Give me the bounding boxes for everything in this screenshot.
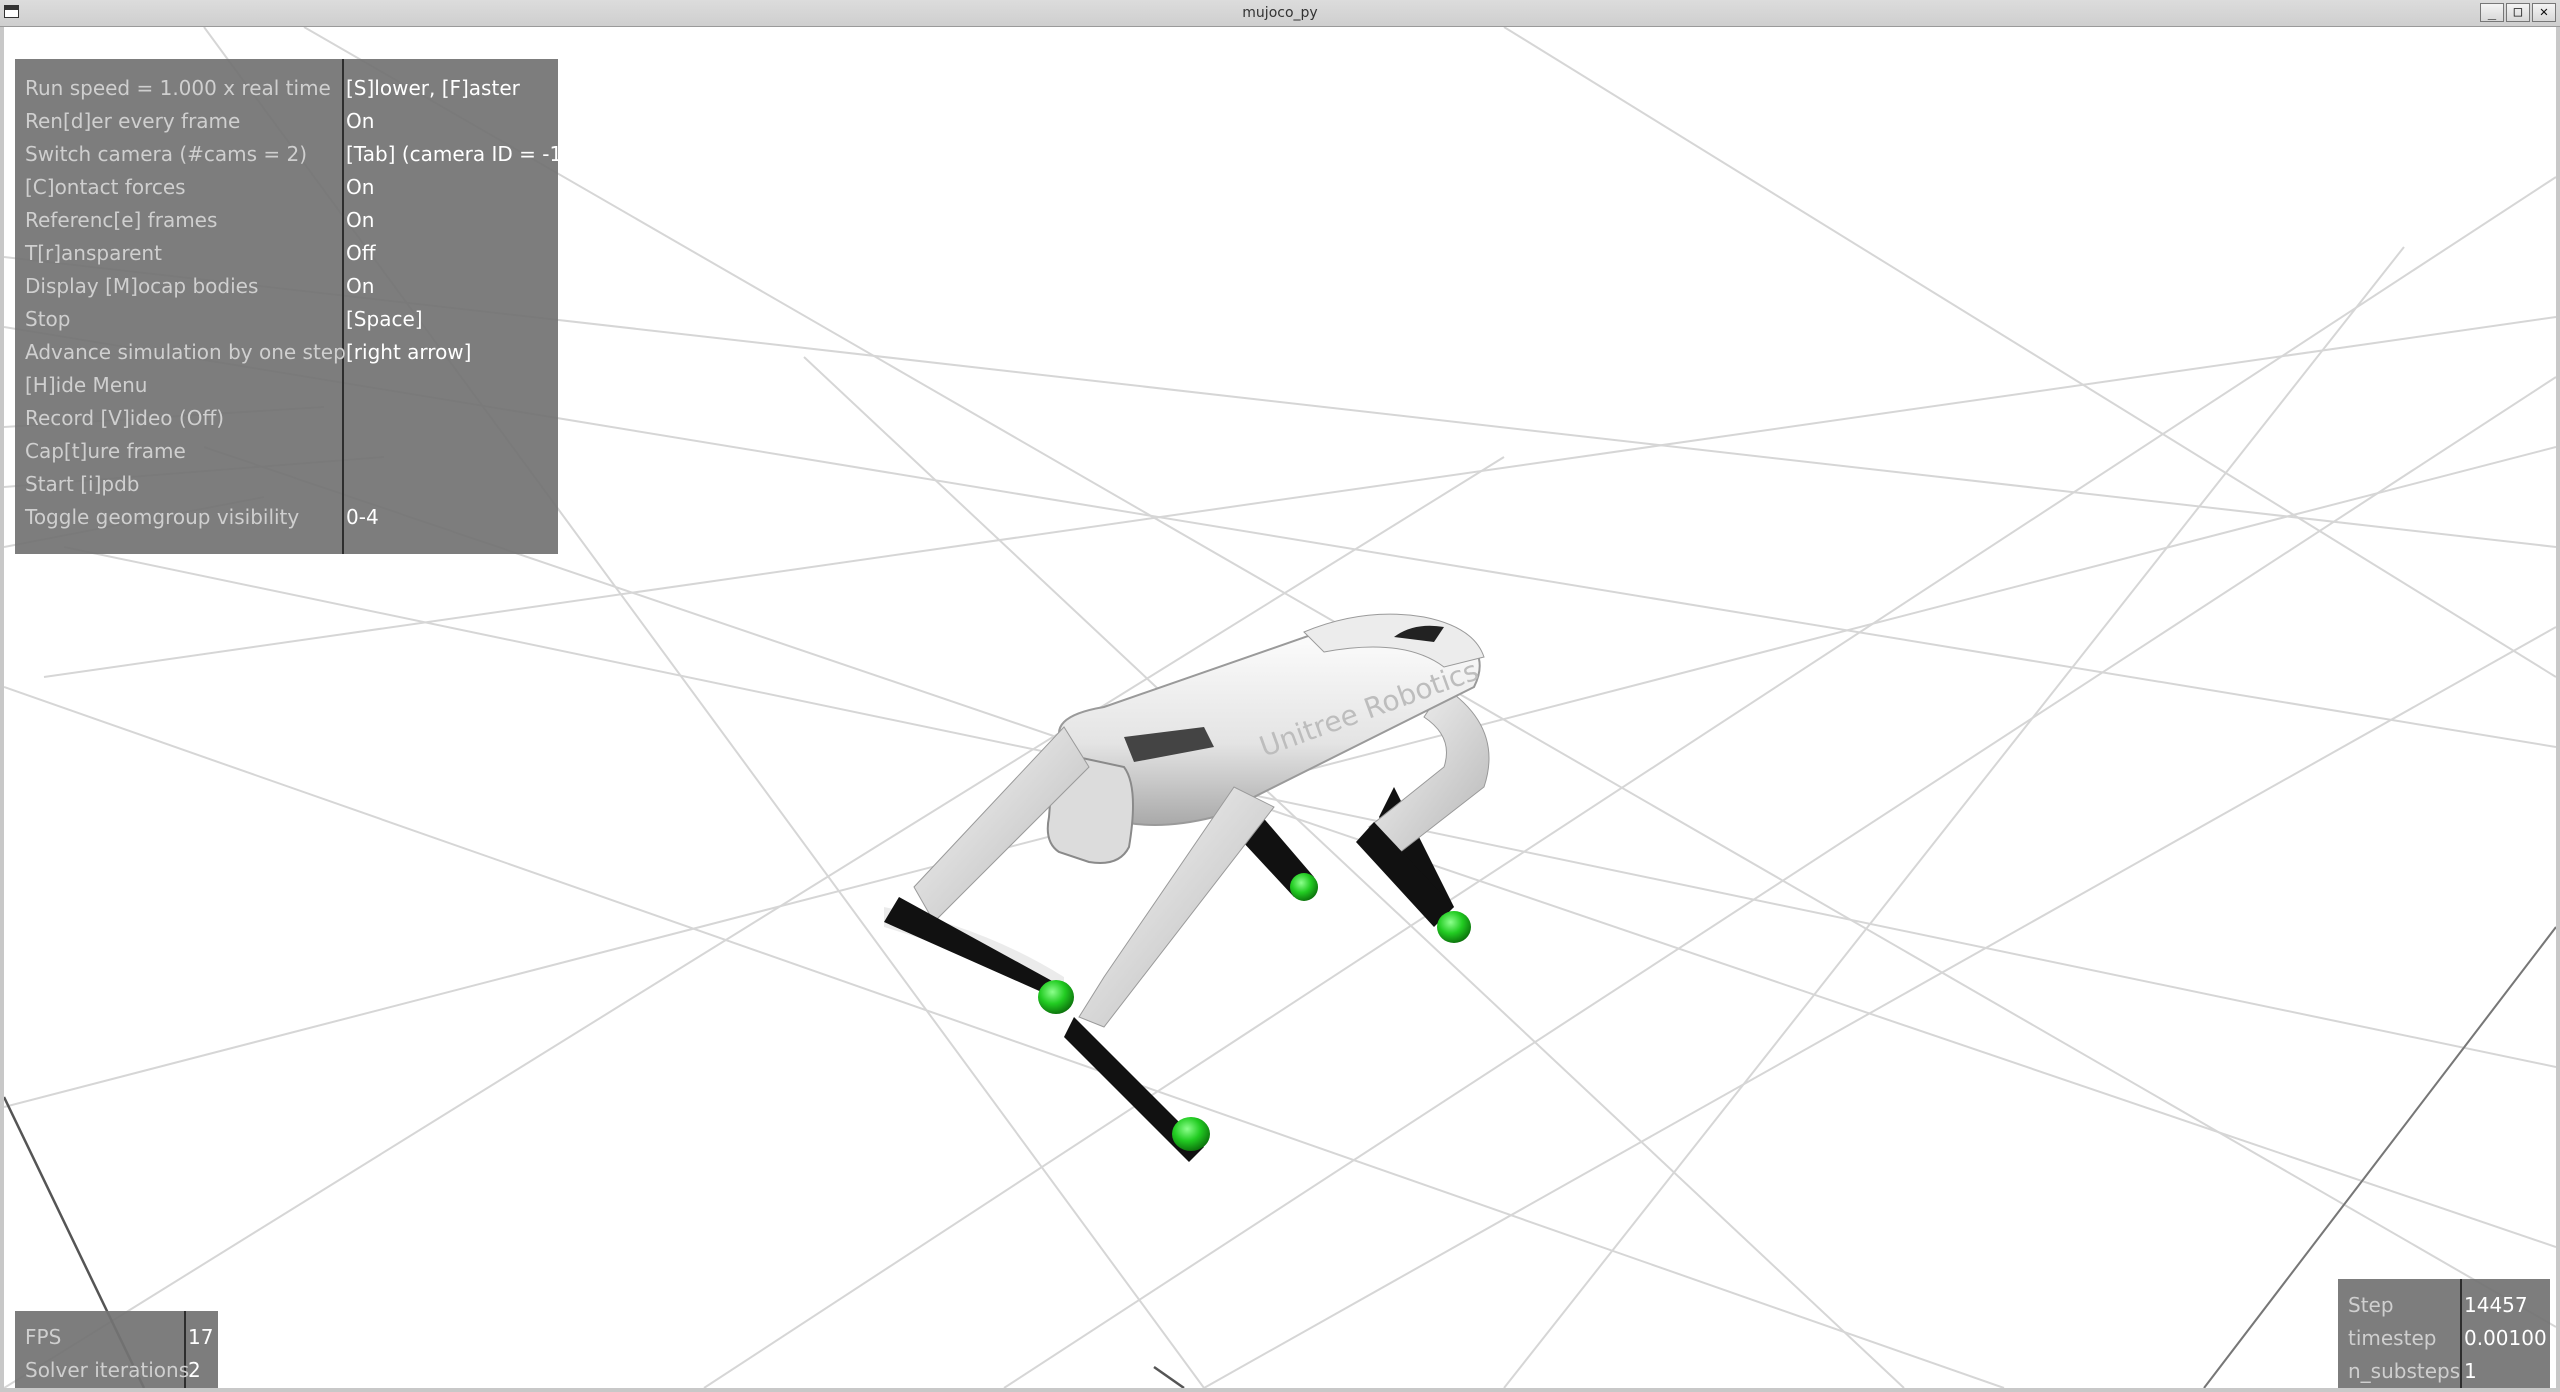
fps-overlay: FPS 17 Solver iterations 2 [15, 1311, 218, 1388]
menu-row: Display [M]ocap bodies On [25, 274, 375, 298]
menu-row: Start [i]pdb [25, 472, 140, 496]
menu-row: [C]ontact forces On [25, 175, 375, 199]
menu-row: Cap[t]ure frame [25, 439, 186, 463]
menu-row: Stop [Space] [25, 307, 423, 331]
step-row: Step 14457 [2348, 1293, 2528, 1317]
menu-row: Switch camera (#cams = 2) [Tab] (camera I… [25, 142, 571, 166]
front-left-foot [1038, 980, 1074, 1014]
timestep-row: timestep 0.00100 [2348, 1326, 2547, 1350]
title-bar[interactable]: mujoco_py _ □ ✕ [0, 0, 2560, 27]
menu-row: Advance simulation by one step [right arr… [25, 340, 472, 364]
minimize-button[interactable]: _ [2480, 3, 2504, 22]
back-right-foot [1437, 911, 1471, 943]
solver-iterations-row: Solver iterations 2 [25, 1358, 201, 1382]
maximize-button[interactable]: □ [2506, 3, 2530, 22]
n-substeps-row: n_substeps 1 [2348, 1359, 2477, 1383]
window-title: mujoco_py [1242, 5, 1318, 21]
window-controls: _ □ ✕ [2480, 3, 2556, 22]
help-menu-overlay: Run speed = 1.000 x real time [S]lower, [… [15, 59, 571, 554]
menu-row: Toggle geomgroup visibility 0-4 [25, 505, 379, 529]
simulation-viewport[interactable]: Unitree Robotics Run speed = 1.000 x rea… [4, 27, 2556, 1388]
menu-row: T[r]ansparent Off [25, 241, 376, 265]
menu-row: [H]ide Menu [25, 373, 148, 397]
menu-row: Record [V]ideo (Off) [25, 406, 225, 430]
menu-row: Referenc[e] frames On [25, 208, 375, 232]
menu-row: Run speed = 1.000 x real time [S]lower, [… [25, 76, 520, 100]
step-overlay: Step 14457 timestep 0.00100 n_substeps 1 [2338, 1279, 2550, 1388]
fps-row: FPS 17 [25, 1325, 214, 1349]
front-right-foot [1172, 1117, 1210, 1151]
back-left-foot [1290, 873, 1318, 901]
robot-dog: Unitree Robotics [884, 613, 1490, 1162]
close-button[interactable]: ✕ [2532, 3, 2556, 22]
menu-row: Ren[d]er every frame On [25, 109, 375, 133]
